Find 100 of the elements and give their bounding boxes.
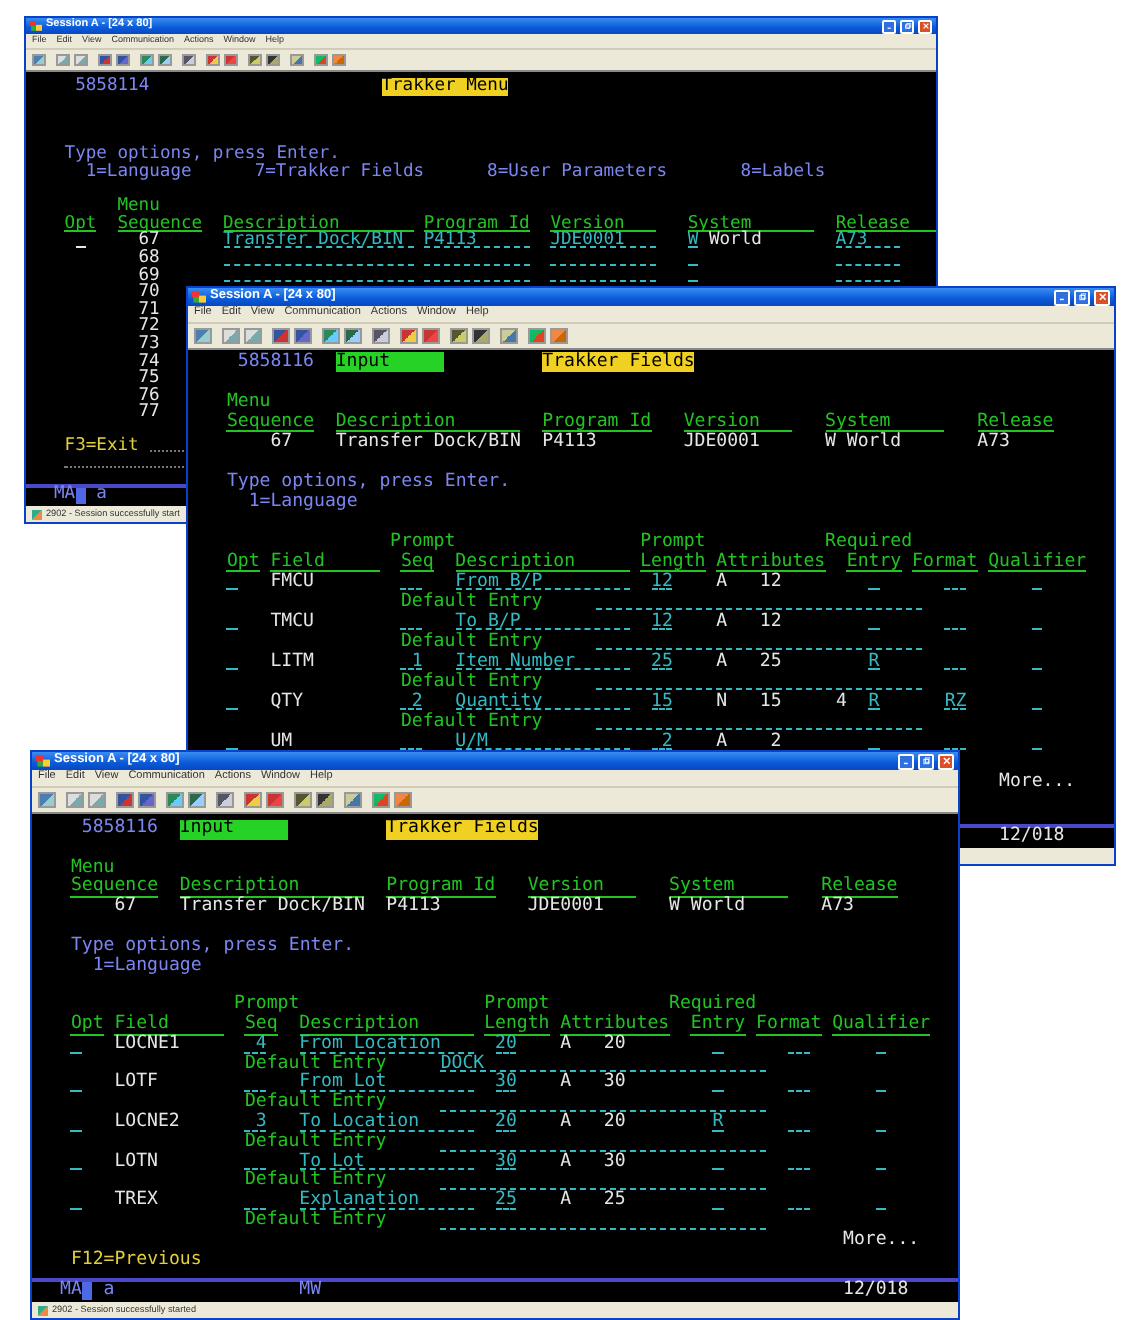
description-field[interactable]: Quantity <box>455 692 630 710</box>
default-entry-label: Default Entry <box>244 1172 387 1191</box>
restore-button[interactable] <box>1074 289 1090 305</box>
attribute-type: A <box>560 1153 572 1173</box>
column-header: Seq <box>400 552 434 572</box>
default-entry-label: Default Entry <box>400 632 543 652</box>
attribute-type: A <box>716 612 728 632</box>
header-value: 67 <box>270 432 293 452</box>
program-id-field[interactable]: P4113 <box>423 232 530 248</box>
attribute-type: A <box>560 1074 572 1095</box>
description-field[interactable]: Item Number <box>455 652 630 670</box>
system-code-field[interactable]: W <box>687 232 699 248</box>
job-number: 5858116 <box>237 352 314 372</box>
field-name: LOTF <box>114 1074 158 1095</box>
prompt-length-field[interactable]: 25 <box>495 1192 517 1210</box>
description-field[interactable]: From Lot <box>299 1074 474 1093</box>
close-button[interactable] <box>1094 289 1110 305</box>
prompt-seq-field[interactable]: 2 <box>400 692 423 710</box>
status-field: a <box>103 1282 115 1300</box>
column-header: Description <box>223 215 414 233</box>
close-button[interactable] <box>938 753 954 769</box>
format-field[interactable]: RZ <box>944 692 967 710</box>
prompt-length-field[interactable]: 25 <box>651 652 673 670</box>
field-name: LOCNE2 <box>114 1113 180 1134</box>
column-header: Description <box>335 412 521 432</box>
header-value: P4113 <box>386 898 441 918</box>
column-header: Attributes <box>716 552 825 572</box>
description-field[interactable]: To B/P <box>455 612 630 630</box>
prompt-length-field[interactable]: 30 <box>495 1074 517 1093</box>
required-entry-field[interactable]: R <box>868 652 880 670</box>
option-label: 7=Trakker Fields <box>254 163 424 182</box>
option-label: 1=Language <box>248 492 358 512</box>
close-button[interactable] <box>918 19 932 33</box>
prompt-length-field[interactable]: 12 <box>651 612 673 630</box>
attribute-type: A <box>560 1192 572 1212</box>
minimize-button[interactable] <box>1054 289 1070 305</box>
restore-button[interactable] <box>900 19 914 33</box>
status-mode: MA <box>54 488 76 504</box>
attribute-size: 12 <box>759 612 782 632</box>
description-field[interactable]: From B/P <box>455 572 630 590</box>
column-header: Entry <box>846 552 902 572</box>
header-value: 67 <box>114 898 137 918</box>
default-entry-field[interactable]: DOCK <box>440 1055 767 1073</box>
field-name: TMCU <box>270 612 314 632</box>
column-header: Qualifier <box>832 1015 930 1036</box>
column-header: Opt <box>64 215 97 233</box>
status-indicator: MW <box>299 1282 321 1300</box>
field-name: QTY <box>270 692 303 712</box>
prompt-length-field[interactable]: 30 <box>495 1153 517 1171</box>
column-header: Field <box>114 1015 224 1036</box>
column-header: Length <box>484 1015 550 1036</box>
prompt-seq-field[interactable]: 3 <box>244 1113 267 1132</box>
prompt-length-field[interactable]: 15 <box>651 692 673 710</box>
option-label: 1=Language <box>85 163 192 182</box>
minimize-button[interactable] <box>882 19 896 33</box>
system-name: World <box>708 232 762 250</box>
cursor-position: 12/018 <box>843 1282 909 1300</box>
option-label: 8=Labels <box>740 163 826 182</box>
status-field: a <box>96 488 107 504</box>
description-field[interactable]: Explanation <box>299 1192 474 1210</box>
prompt-length-field[interactable]: 12 <box>651 572 673 590</box>
app-icon <box>192 290 206 304</box>
prompt-seq-field[interactable]: 4 <box>244 1035 267 1054</box>
job-number: 5858114 <box>75 78 150 96</box>
column-header: Opt <box>70 1015 104 1036</box>
column-header: Attributes <box>560 1015 669 1036</box>
restore-button[interactable] <box>918 753 934 769</box>
column-header-top: Prompt <box>484 996 550 1015</box>
column-header: Seq <box>244 1015 278 1036</box>
description-field[interactable]: Transfer Dock/BIN <box>223 232 414 248</box>
prompt-seq-field[interactable]: 1 <box>400 652 423 670</box>
restore-icon <box>1077 292 1087 302</box>
column-header: Version <box>550 215 657 233</box>
minimize-button[interactable] <box>898 753 914 769</box>
header-value: W World <box>669 898 746 918</box>
header-value: Transfer Dock/BIN <box>335 432 521 452</box>
header-value: A73 <box>821 898 854 918</box>
column-header: System <box>669 878 789 899</box>
required-entry-field[interactable]: R <box>712 1113 724 1132</box>
description-field[interactable]: To Location <box>299 1113 474 1132</box>
header-value: W World <box>825 432 902 452</box>
column-header-top: Required <box>825 532 912 552</box>
restore-icon <box>903 22 911 30</box>
column-header: Sequence <box>226 412 314 432</box>
required-entry-field[interactable]: R <box>868 692 880 710</box>
sequence-number: 77 <box>136 404 160 422</box>
description-field[interactable]: From Location <box>299 1035 474 1054</box>
default-entry-label: Default Entry <box>244 1133 387 1152</box>
column-group-label: Menu <box>226 392 271 412</box>
sequence-number: 75 <box>136 370 160 388</box>
attribute-type: A <box>716 572 728 592</box>
column-header: Length <box>640 552 706 572</box>
column-header: Program Id <box>542 412 651 432</box>
version-field[interactable]: JDE0001 <box>550 232 657 248</box>
release-field[interactable]: A73 <box>835 232 899 248</box>
column-header: System <box>825 412 945 432</box>
more-indicator: More... <box>999 772 1076 792</box>
prompt-length-field[interactable]: 20 <box>495 1113 517 1132</box>
prompt-length-field[interactable]: 20 <box>495 1035 517 1054</box>
description-field[interactable]: To Lot <box>299 1153 474 1171</box>
